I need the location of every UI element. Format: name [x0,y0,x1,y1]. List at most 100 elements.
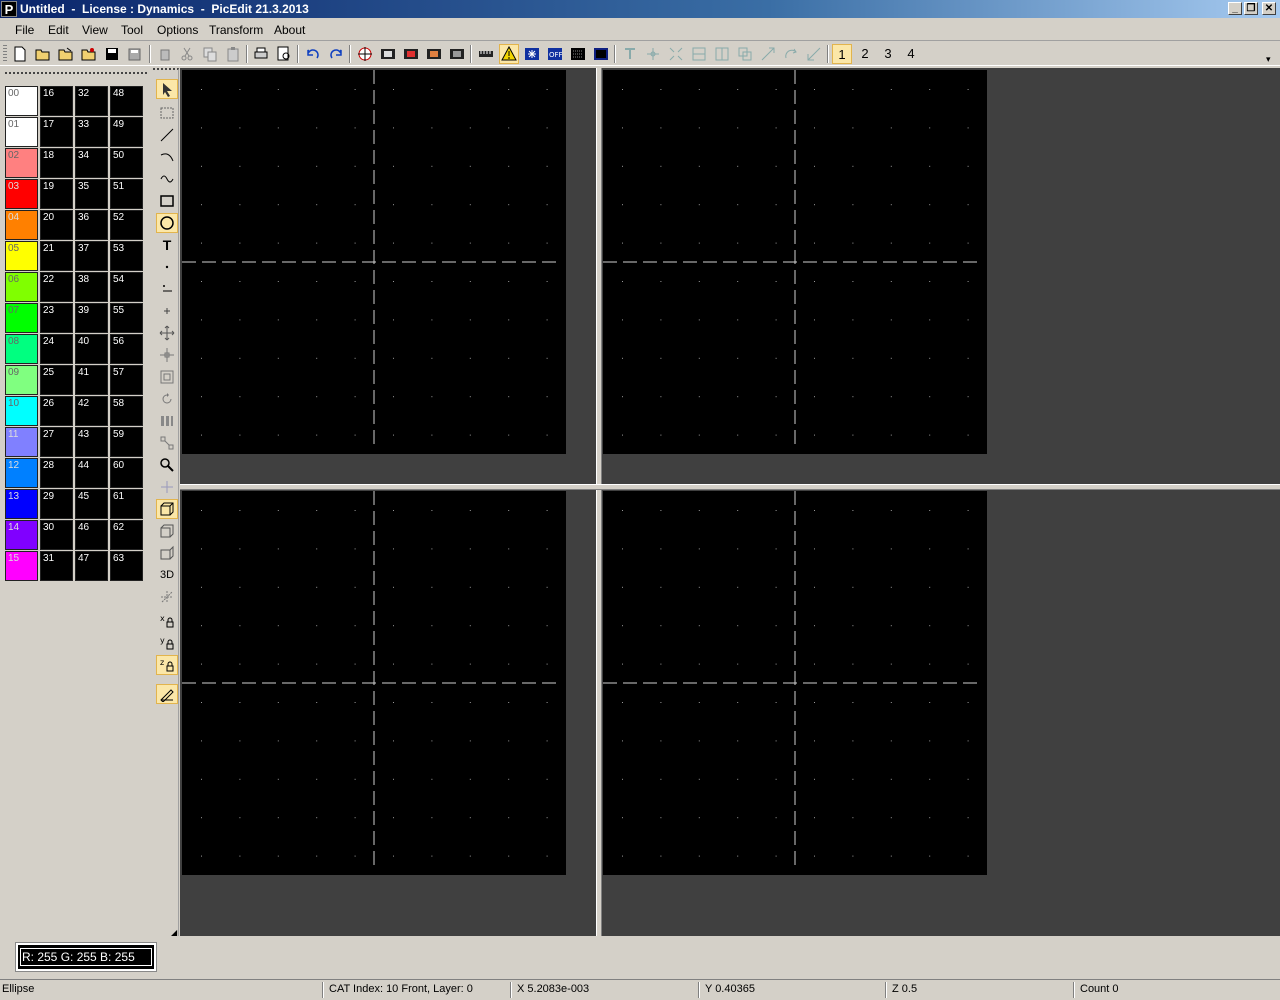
palette-swatch-22[interactable]: 22 [40,272,73,302]
palette-swatch-59[interactable]: 59 [110,427,143,457]
new-file-button[interactable] [10,44,30,64]
palette-swatch-08[interactable]: 08 [5,334,38,364]
page-2-button[interactable]: 2 [855,44,875,64]
off-button[interactable]: OFF [545,44,565,64]
print-preview-button[interactable] [274,44,294,64]
select-tool[interactable] [156,79,178,99]
palette-swatch-00[interactable]: 00 [5,86,38,116]
open-recent-button[interactable] [56,44,76,64]
print-button[interactable] [251,44,271,64]
view-side-tool[interactable] [156,543,178,563]
menu-edit[interactable]: Edit [48,23,69,37]
palette-swatch-53[interactable]: 53 [110,241,143,271]
palette-swatch-12[interactable]: 12 [5,458,38,488]
menu-tool[interactable]: Tool [121,23,143,37]
palette-swatch-26[interactable]: 26 [40,396,73,426]
toolbar-overflow-icon[interactable]: ▾ [1266,54,1271,65]
palette-swatch-50[interactable]: 50 [110,148,143,178]
palette-swatch-58[interactable]: 58 [110,396,143,426]
add-point-tool[interactable] [156,301,178,321]
palette-swatch-29[interactable]: 29 [40,489,73,519]
menu-transform[interactable]: Transform [209,23,263,37]
open-file-button[interactable] [33,44,53,64]
palette-swatch-40[interactable]: 40 [75,334,108,364]
cut-button[interactable] [177,44,197,64]
connect-tool[interactable] [156,433,178,453]
lock-x-tool[interactable]: x [156,611,178,631]
move-all-tool[interactable] [156,345,178,365]
copy-button[interactable] [200,44,220,64]
palette-swatch-48[interactable]: 48 [110,86,143,116]
palette-swatch-07[interactable]: 07 [5,303,38,333]
palette-swatch-60[interactable]: 60 [110,458,143,488]
menu-about[interactable]: About [274,23,305,37]
film-strip-gray-button[interactable] [447,44,467,64]
marquee-tool[interactable] [156,103,178,123]
ellipse-tool[interactable] [156,213,178,233]
save-as-button[interactable] [125,44,145,64]
palette-swatch-39[interactable]: 39 [75,303,108,333]
palette-swatch-31[interactable]: 31 [40,551,73,581]
palette-swatch-16[interactable]: 16 [40,86,73,116]
palette-swatch-62[interactable]: 62 [110,520,143,550]
viewport-top-left[interactable] [182,70,566,454]
toolbar-grip[interactable] [3,45,7,63]
palette-swatch-20[interactable]: 20 [40,210,73,240]
redo-button[interactable] [326,44,346,64]
palette-swatch-32[interactable]: 32 [75,86,108,116]
delete-button[interactable] [155,44,175,64]
palette-swatch-51[interactable]: 51 [110,179,143,209]
palette-swatch-41[interactable]: 41 [75,365,108,395]
app-icon[interactable]: P [1,1,17,17]
palette-swatch-24[interactable]: 24 [40,334,73,364]
view-3d-tool[interactable]: 3D [156,565,178,585]
menu-file[interactable]: File [15,23,34,37]
star-burst-button[interactable] [522,44,542,64]
split-horizontal-button[interactable] [689,44,709,64]
crosshair-button[interactable] [355,44,375,64]
palette-swatch-21[interactable]: 21 [40,241,73,271]
rotate-tool[interactable] [156,389,178,409]
fit-view-button[interactable] [666,44,686,64]
minimize-button[interactable]: _ [1228,2,1242,15]
horizontal-splitter[interactable] [180,484,1280,490]
palette-swatch-57[interactable]: 57 [110,365,143,395]
palette-swatch-49[interactable]: 49 [110,117,143,147]
lock-y-tool[interactable]: y [156,633,178,653]
palette-swatch-54[interactable]: 54 [110,272,143,302]
palette-swatch-52[interactable]: 52 [110,210,143,240]
text-tool[interactable]: T [156,235,178,255]
lock-z-tool[interactable]: z [156,655,178,675]
paste-button[interactable] [223,44,243,64]
palette-swatch-15[interactable]: 15 [5,551,38,581]
palette-swatch-01[interactable]: 01 [5,117,38,147]
page-4-button[interactable]: 4 [901,44,921,64]
menu-view[interactable]: View [82,23,108,37]
move-tool[interactable] [156,323,178,343]
palette-swatch-05[interactable]: 05 [5,241,38,271]
import-button[interactable] [79,44,99,64]
film-strip-orange-button[interactable] [424,44,444,64]
screen-button[interactable] [591,44,611,64]
viewport-top-right[interactable] [603,70,987,454]
palette-swatch-18[interactable]: 18 [40,148,73,178]
palette-swatch-35[interactable]: 35 [75,179,108,209]
ruler-button[interactable] [476,44,496,64]
palette-swatch-11[interactable]: 11 [5,427,38,457]
arc-tool[interactable] [156,147,178,167]
restore-button[interactable]: ❐ [1244,2,1258,15]
palette-swatch-04[interactable]: 04 [5,210,38,240]
undo-button[interactable] [303,44,323,64]
view-front-tool[interactable] [156,499,178,519]
save-button[interactable] [102,44,122,64]
scale-tool[interactable] [156,367,178,387]
move-center-button[interactable] [643,44,663,64]
palette-swatch-28[interactable]: 28 [40,458,73,488]
warning-button[interactable] [499,44,519,64]
split-vertical-button[interactable] [712,44,732,64]
palette-swatch-03[interactable]: 03 [5,179,38,209]
grid-dots-button[interactable] [568,44,588,64]
axes-tool[interactable] [156,587,178,607]
palette-swatch-09[interactable]: 09 [5,365,38,395]
pan-tool[interactable] [156,477,178,497]
